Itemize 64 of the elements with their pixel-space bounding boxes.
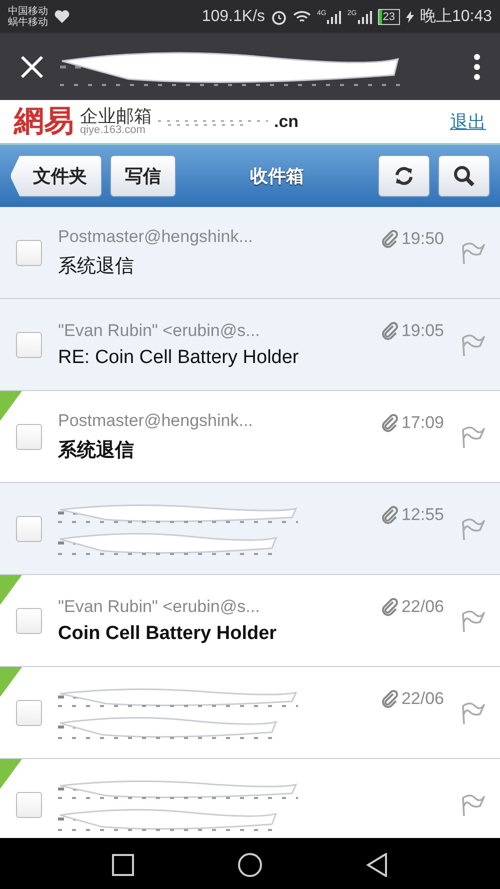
close-icon[interactable] (20, 54, 44, 78)
checkbox[interactable] (16, 700, 42, 726)
sender: "Evan Rubin" <erubin@s... (58, 596, 261, 616)
signal-icon (327, 10, 342, 24)
message-row[interactable]: Postmaster@hengshink... 系统退信 19:50 (0, 207, 500, 299)
battery-level: 23 (378, 8, 400, 24)
folder-title: 收件箱 (249, 165, 305, 188)
subject: 系统退信 (58, 438, 135, 462)
flag-icon[interactable] (460, 516, 486, 542)
message-time: 12:55 (401, 505, 444, 525)
checkbox[interactable] (16, 608, 42, 634)
wifi-icon (293, 10, 312, 24)
subject: 系统退信 (58, 254, 135, 278)
checkbox[interactable] (16, 516, 42, 542)
flag-icon[interactable] (460, 240, 486, 266)
message-time: 17:09 (401, 413, 444, 433)
message-time: 19:05 (401, 321, 444, 341)
message-time: 19:50 (401, 229, 444, 249)
unread-marker (0, 667, 22, 697)
product-name: 企业邮箱 (80, 107, 152, 125)
checkbox[interactable] (16, 240, 42, 266)
message-time: 22/06 (401, 597, 444, 617)
sender: "Evan Rubin" <erubin@s... (58, 320, 261, 340)
home-icon[interactable] (238, 852, 262, 876)
checkbox[interactable] (16, 424, 42, 450)
sender: Postmaster@hengshink... (58, 410, 254, 430)
search-button[interactable] (438, 155, 490, 197)
flag-icon[interactable] (460, 700, 486, 726)
subject: Coin Cell Battery Holder (58, 622, 278, 644)
flag-icon[interactable] (460, 332, 486, 358)
product-domain: qiye.163.com (80, 125, 146, 136)
carrier-name: 蜗牛移动 (8, 16, 48, 28)
checkbox[interactable] (16, 792, 42, 818)
message-row[interactable]: "Evan Rubin" <erubin@s... RE: Coin Cell Battery Holder 19:05 (0, 299, 500, 391)
message-row[interactable]: 22/06 (0, 667, 500, 759)
message-row[interactable]: "Evan Rubin" <erubin@s... Coin Cell Battery Holder 22/06 (0, 575, 500, 667)
charging-icon (406, 10, 414, 22)
flag-icon[interactable] (460, 424, 486, 450)
account-address: .cn (274, 112, 299, 132)
message-time: 22/06 (401, 689, 444, 709)
alarm-icon (271, 8, 288, 24)
back-icon[interactable] (366, 852, 388, 876)
compose-button[interactable]: 写信 (110, 155, 176, 197)
heart-icon (54, 10, 70, 24)
sender: Postmaster@hengshink... (58, 226, 254, 246)
signal-icon (358, 10, 372, 24)
refresh-icon (393, 165, 415, 187)
search-icon (452, 164, 476, 188)
folders-button[interactable]: 文件夹 (10, 155, 102, 197)
clock: 晚上10:43 (420, 6, 492, 27)
checkbox[interactable] (16, 332, 42, 358)
flag-icon[interactable] (460, 792, 486, 818)
network-speed: 109.1K/s (202, 8, 266, 26)
unread-marker (0, 759, 22, 789)
flag-icon[interactable] (460, 608, 486, 634)
brand-logo: 網易 (14, 103, 74, 141)
carrier-name: 中国移动 (8, 6, 48, 16)
unread-marker (0, 575, 22, 605)
recents-icon[interactable] (112, 854, 134, 876)
subject: RE: Coin Cell Battery Holder (58, 346, 300, 368)
logout-link[interactable]: 退出 (450, 110, 486, 134)
unread-marker (0, 391, 22, 421)
refresh-button[interactable] (378, 155, 430, 197)
more-icon[interactable] (474, 54, 480, 80)
